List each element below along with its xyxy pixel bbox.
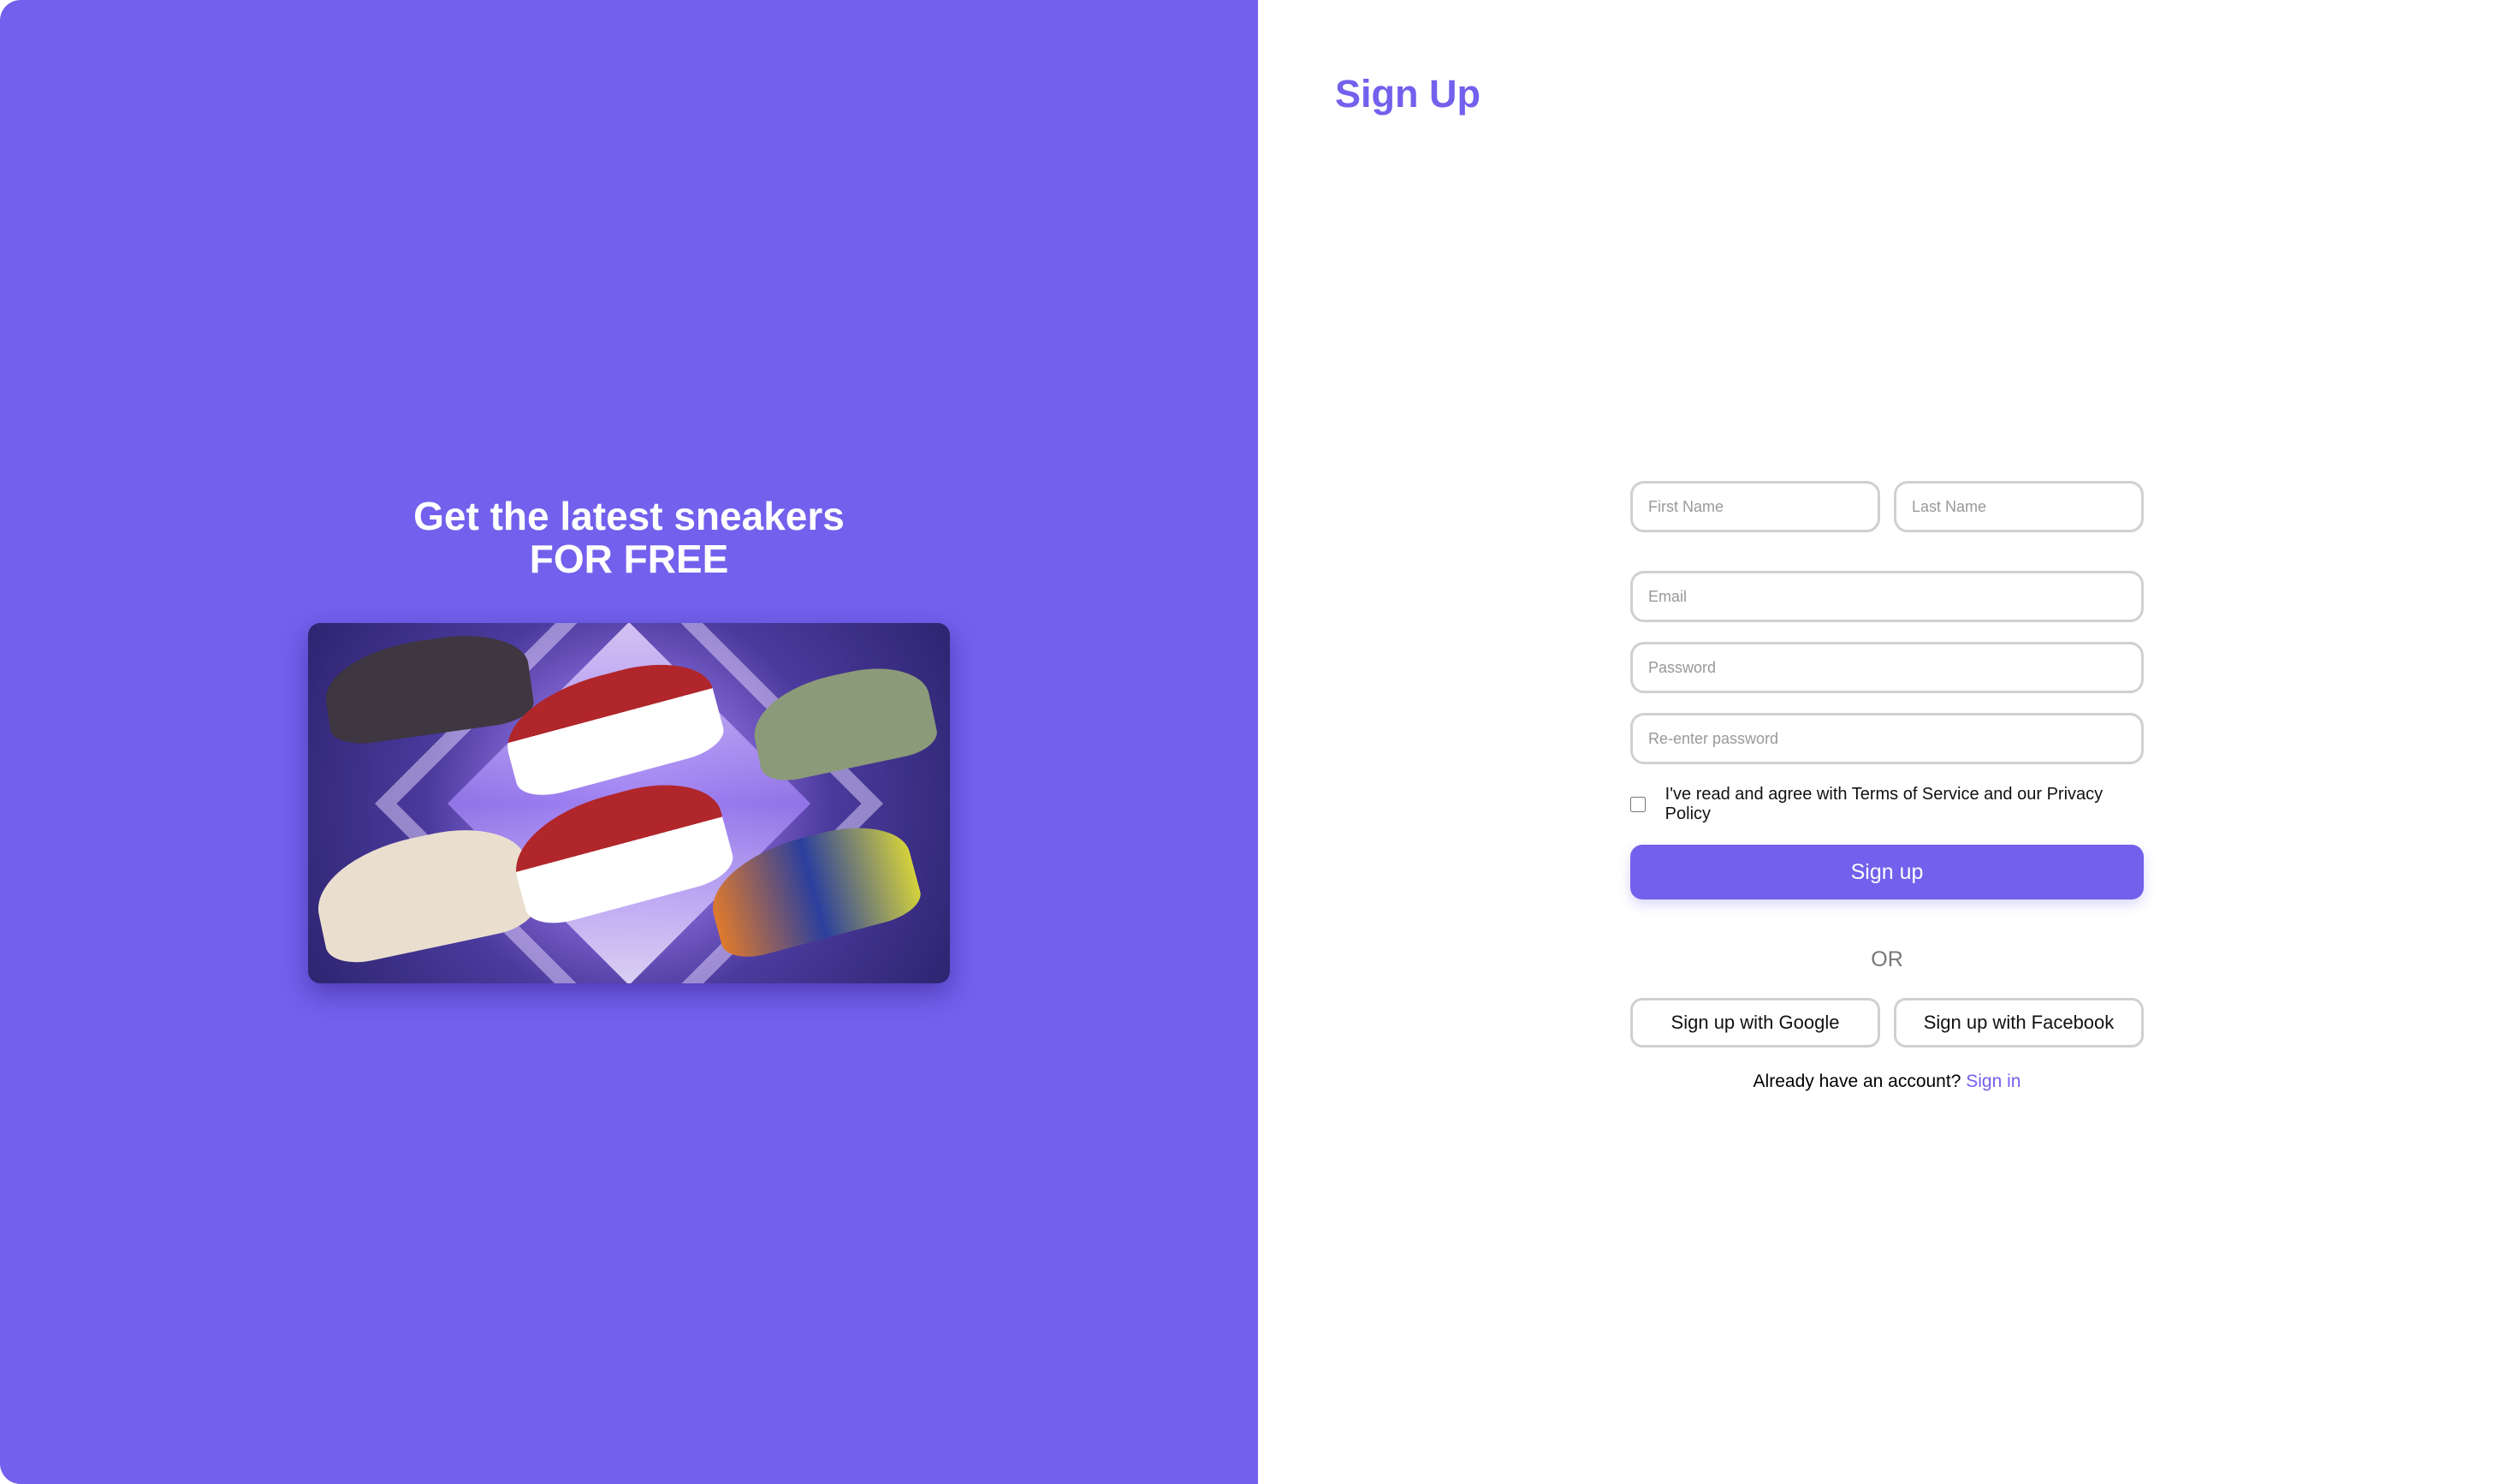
or-divider: OR xyxy=(1871,947,1903,971)
terms-checkbox[interactable] xyxy=(1630,797,1646,812)
signin-prompt: Already have an account? Sign in xyxy=(1630,1071,2144,1092)
page-title: Sign Up xyxy=(1335,72,1481,116)
reenter-password-input[interactable] xyxy=(1630,713,2144,764)
email-input[interactable] xyxy=(1630,571,2144,622)
sneaker-green xyxy=(745,656,941,787)
signin-prompt-text: Already have an account? xyxy=(1753,1071,1961,1091)
sign-in-link[interactable]: Sign in xyxy=(1966,1071,2021,1091)
password-input[interactable] xyxy=(1630,642,2144,693)
google-signup-button[interactable]: Sign up with Google xyxy=(1630,998,1880,1048)
promo-panel: Get the latest sneakers FOR FREE xyxy=(0,0,1258,1484)
last-name-input[interactable] xyxy=(1894,481,2144,532)
sign-up-button[interactable]: Sign up xyxy=(1630,845,2144,899)
promo-heading: Get the latest sneakers FOR FREE xyxy=(0,495,1258,580)
sneakers-image xyxy=(308,623,950,983)
facebook-signup-button[interactable]: Sign up with Facebook xyxy=(1894,998,2144,1048)
terms-label: I've read and agree with Terms of Servic… xyxy=(1664,785,2104,823)
sneaker-cream xyxy=(308,816,540,970)
signup-form: I've read and agree with Terms of Servic… xyxy=(1630,481,2144,1092)
first-name-input[interactable] xyxy=(1630,481,1880,532)
terms-row[interactable]: I've read and agree with Terms of Servic… xyxy=(1630,785,2144,824)
promo-heading-line2: FOR FREE xyxy=(529,537,729,581)
promo-heading-line1: Get the latest sneakers xyxy=(413,494,845,538)
